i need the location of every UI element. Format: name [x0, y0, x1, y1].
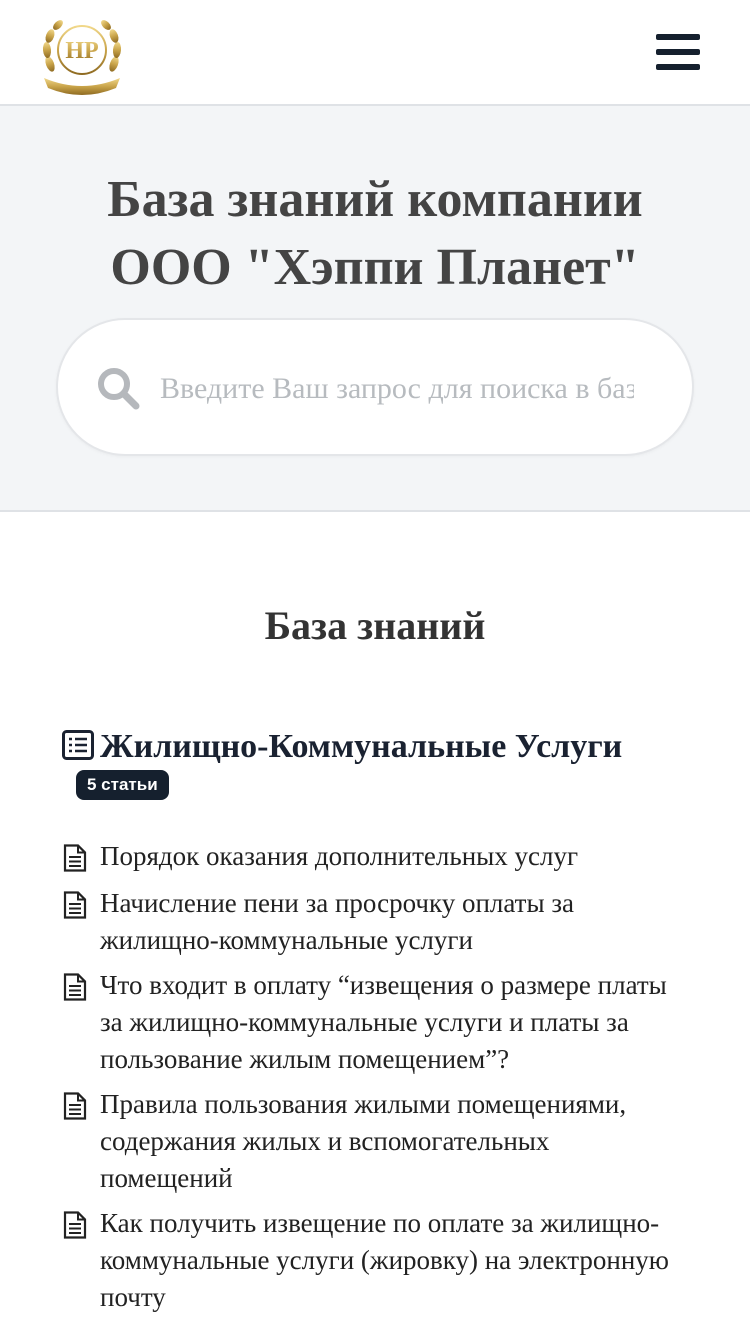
- page-title-line-2: ООО "Хэппи Планет": [110, 239, 640, 296]
- svg-text:HP: HP: [65, 38, 98, 64]
- list-document-icon: [62, 730, 94, 760]
- site-header: HP: [0, 0, 750, 106]
- logo-emblem-icon: HP: [42, 20, 122, 95]
- list-item: Правила пользования жилыми помещениями, …: [62, 1086, 682, 1197]
- article-link[interactable]: Что входит в оплату “извещения о размере…: [100, 970, 667, 1074]
- search-input[interactable]: [158, 360, 636, 418]
- document-icon: [63, 1092, 87, 1120]
- list-item: Начисление пени за просрочку оплаты за ж…: [62, 885, 682, 959]
- search-icon: [98, 368, 140, 410]
- page-title: База знаний компании ООО "Хэппи Планет": [0, 166, 750, 302]
- article-count-badge: 5 статьи: [76, 770, 169, 800]
- hamburger-menu-icon[interactable]: [656, 34, 700, 70]
- list-item: Как получить извещение по оплате за жили…: [62, 1205, 682, 1316]
- hero-section: База знаний компании ООО "Хэппи Планет": [0, 106, 750, 512]
- article-link[interactable]: Правила пользования жилыми помещениями, …: [100, 1089, 626, 1193]
- list-item: Порядок оказания дополнительных услуг: [62, 838, 682, 875]
- document-icon: [63, 1211, 87, 1239]
- page-title-line-1: База знаний компании: [107, 171, 643, 228]
- document-icon: [63, 973, 87, 1001]
- search-box[interactable]: [56, 318, 694, 456]
- category-housing-utilities: Жилищно-Коммунальные Услуги 5 статьи: [62, 728, 702, 804]
- company-logo[interactable]: HP: [38, 12, 126, 96]
- document-icon: [63, 844, 87, 872]
- list-item: Что входит в оплату “извещения о размере…: [62, 967, 682, 1078]
- article-link[interactable]: Порядок оказания дополнительных услуг: [100, 841, 578, 871]
- document-icon: [63, 891, 87, 919]
- menu-bar: [656, 49, 700, 55]
- menu-bar: [656, 34, 700, 40]
- category-link[interactable]: Жилищно-Коммунальные Услуги: [100, 728, 622, 765]
- knowledge-base-heading: База знаний: [264, 603, 486, 648]
- article-link[interactable]: Начисление пени за просрочку оплаты за ж…: [100, 888, 574, 955]
- category-title: Жилищно-Коммунальные Услуги 5 статьи: [62, 728, 702, 804]
- article-link[interactable]: Как получить извещение по оплате за жили…: [100, 1208, 669, 1312]
- article-list: Порядок оказания дополнительных услуг На…: [62, 838, 682, 1316]
- menu-bar: [656, 64, 700, 70]
